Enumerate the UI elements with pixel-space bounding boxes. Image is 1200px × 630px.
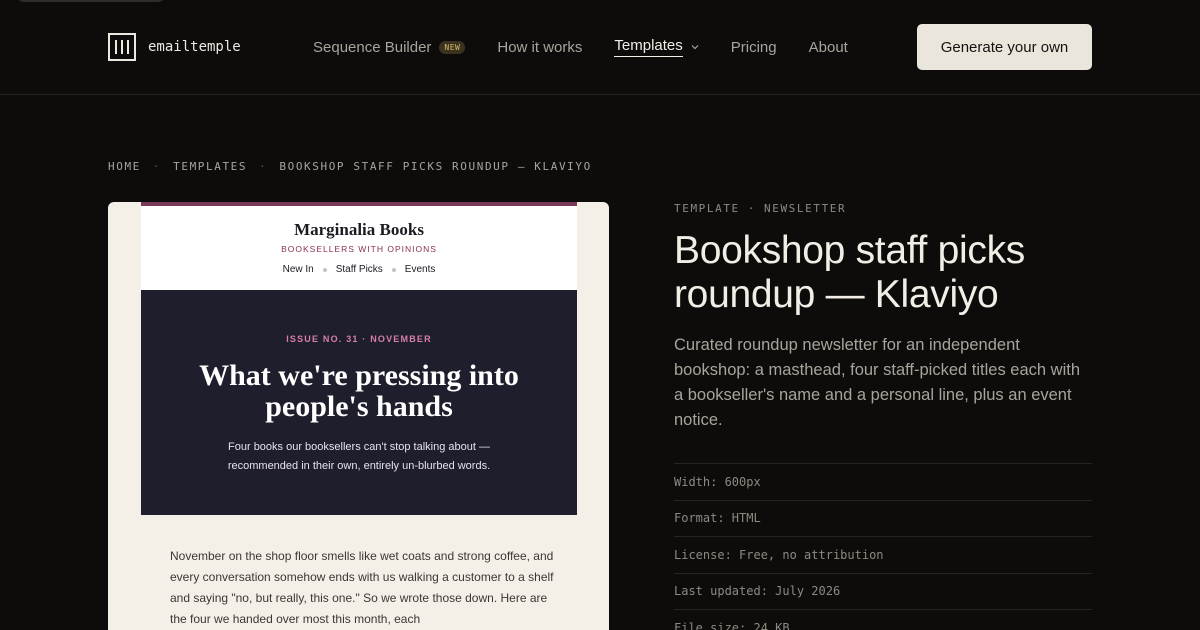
email-headline: What we're pressing into people's hands (199, 359, 519, 423)
nav-how-it-works[interactable]: How it works (497, 39, 582, 56)
nav-label: Templates (614, 37, 683, 57)
email-preview[interactable]: Marginalia Books BOOKSELLERS WITH OPINIO… (108, 202, 609, 630)
nav-label: How it works (497, 38, 583, 56)
template-eyebrow: TEMPLATE · NEWSLETTER (674, 202, 1092, 215)
template-details: TEMPLATE · NEWSLETTER Bookshop staff pic… (674, 202, 1092, 630)
spec-license: License: Free, no attribution (674, 537, 1092, 574)
nav-templates[interactable]: Templates (614, 37, 699, 57)
breadcrumb-home[interactable]: HOME (108, 160, 141, 173)
breadcrumb-separator: · (152, 160, 162, 173)
breadcrumb-templates[interactable]: TEMPLATES (173, 160, 247, 173)
nav-label: Pricing (730, 38, 777, 56)
spec-width: Width: 600px (674, 464, 1092, 501)
eyebrow-category: NEWSLETTER (764, 202, 847, 215)
spec-list: Width: 600px Format: HTML License: Free,… (674, 463, 1092, 630)
spec-file-size: File size: 24 KB (674, 610, 1092, 630)
email-nav-item: New In (282, 264, 314, 275)
site-header: emailtemple Sequence Builder NEW How it … (0, 0, 1200, 95)
eyebrow-separator: · (747, 202, 757, 215)
eyebrow-type: TEMPLATE (674, 202, 740, 215)
nav-label: Sequence Builder (313, 38, 432, 56)
email-issue-label: ISSUE NO. 31 · NOVEMBER (286, 334, 432, 344)
breadcrumb-separator: · (259, 160, 268, 173)
dot-separator (322, 267, 327, 272)
page-title: Bookshop staff picks roundup — Klaviyo (674, 229, 1025, 316)
spec-format: Format: HTML (674, 501, 1092, 537)
nav-sequence-builder[interactable]: Sequence Builder NEW (313, 38, 466, 56)
email-nav: New In Staff Picks Events (141, 264, 577, 275)
breadcrumb-current: BOOKSHOP STAFF PICKS ROUNDUP — KLAVIYO (279, 160, 592, 173)
email-tagline: BOOKSELLERS WITH OPINIONS (281, 244, 437, 254)
generate-your-own-button[interactable]: Generate your own (917, 24, 1092, 70)
three-bars-logo-icon (108, 33, 136, 61)
spec-last-updated: Last updated: July 2026 (674, 574, 1092, 610)
nav-about[interactable]: About (809, 39, 848, 56)
email-masthead: Marginalia Books BOOKSELLERS WITH OPINIO… (141, 202, 577, 290)
email-nav-item: Staff Picks (335, 264, 383, 275)
dot-separator (391, 267, 396, 272)
nav-pricing[interactable]: Pricing (731, 39, 777, 56)
template-description: Curated roundup newsletter for an indepe… (674, 336, 1081, 429)
email-body-text: November on the shop floor smells like w… (170, 549, 554, 626)
new-badge: NEW (439, 40, 466, 54)
main-nav: Sequence Builder NEW How it works Templa… (313, 37, 880, 57)
chevron-down-icon (691, 42, 699, 52)
email-hero: ISSUE NO. 31 · NOVEMBER What we're press… (141, 290, 577, 515)
email-subhead: Four books our booksellers can't stop ta… (227, 441, 491, 472)
email-brand: Marginalia Books (294, 220, 424, 239)
nav-label: About (808, 38, 848, 56)
logo[interactable]: emailtemple (108, 33, 241, 61)
logo-text: emailtemple (148, 39, 241, 55)
breadcrumb: HOME · TEMPLATES · BOOKSHOP STAFF PICKS … (108, 160, 592, 173)
email-nav-item: Events (404, 264, 436, 275)
